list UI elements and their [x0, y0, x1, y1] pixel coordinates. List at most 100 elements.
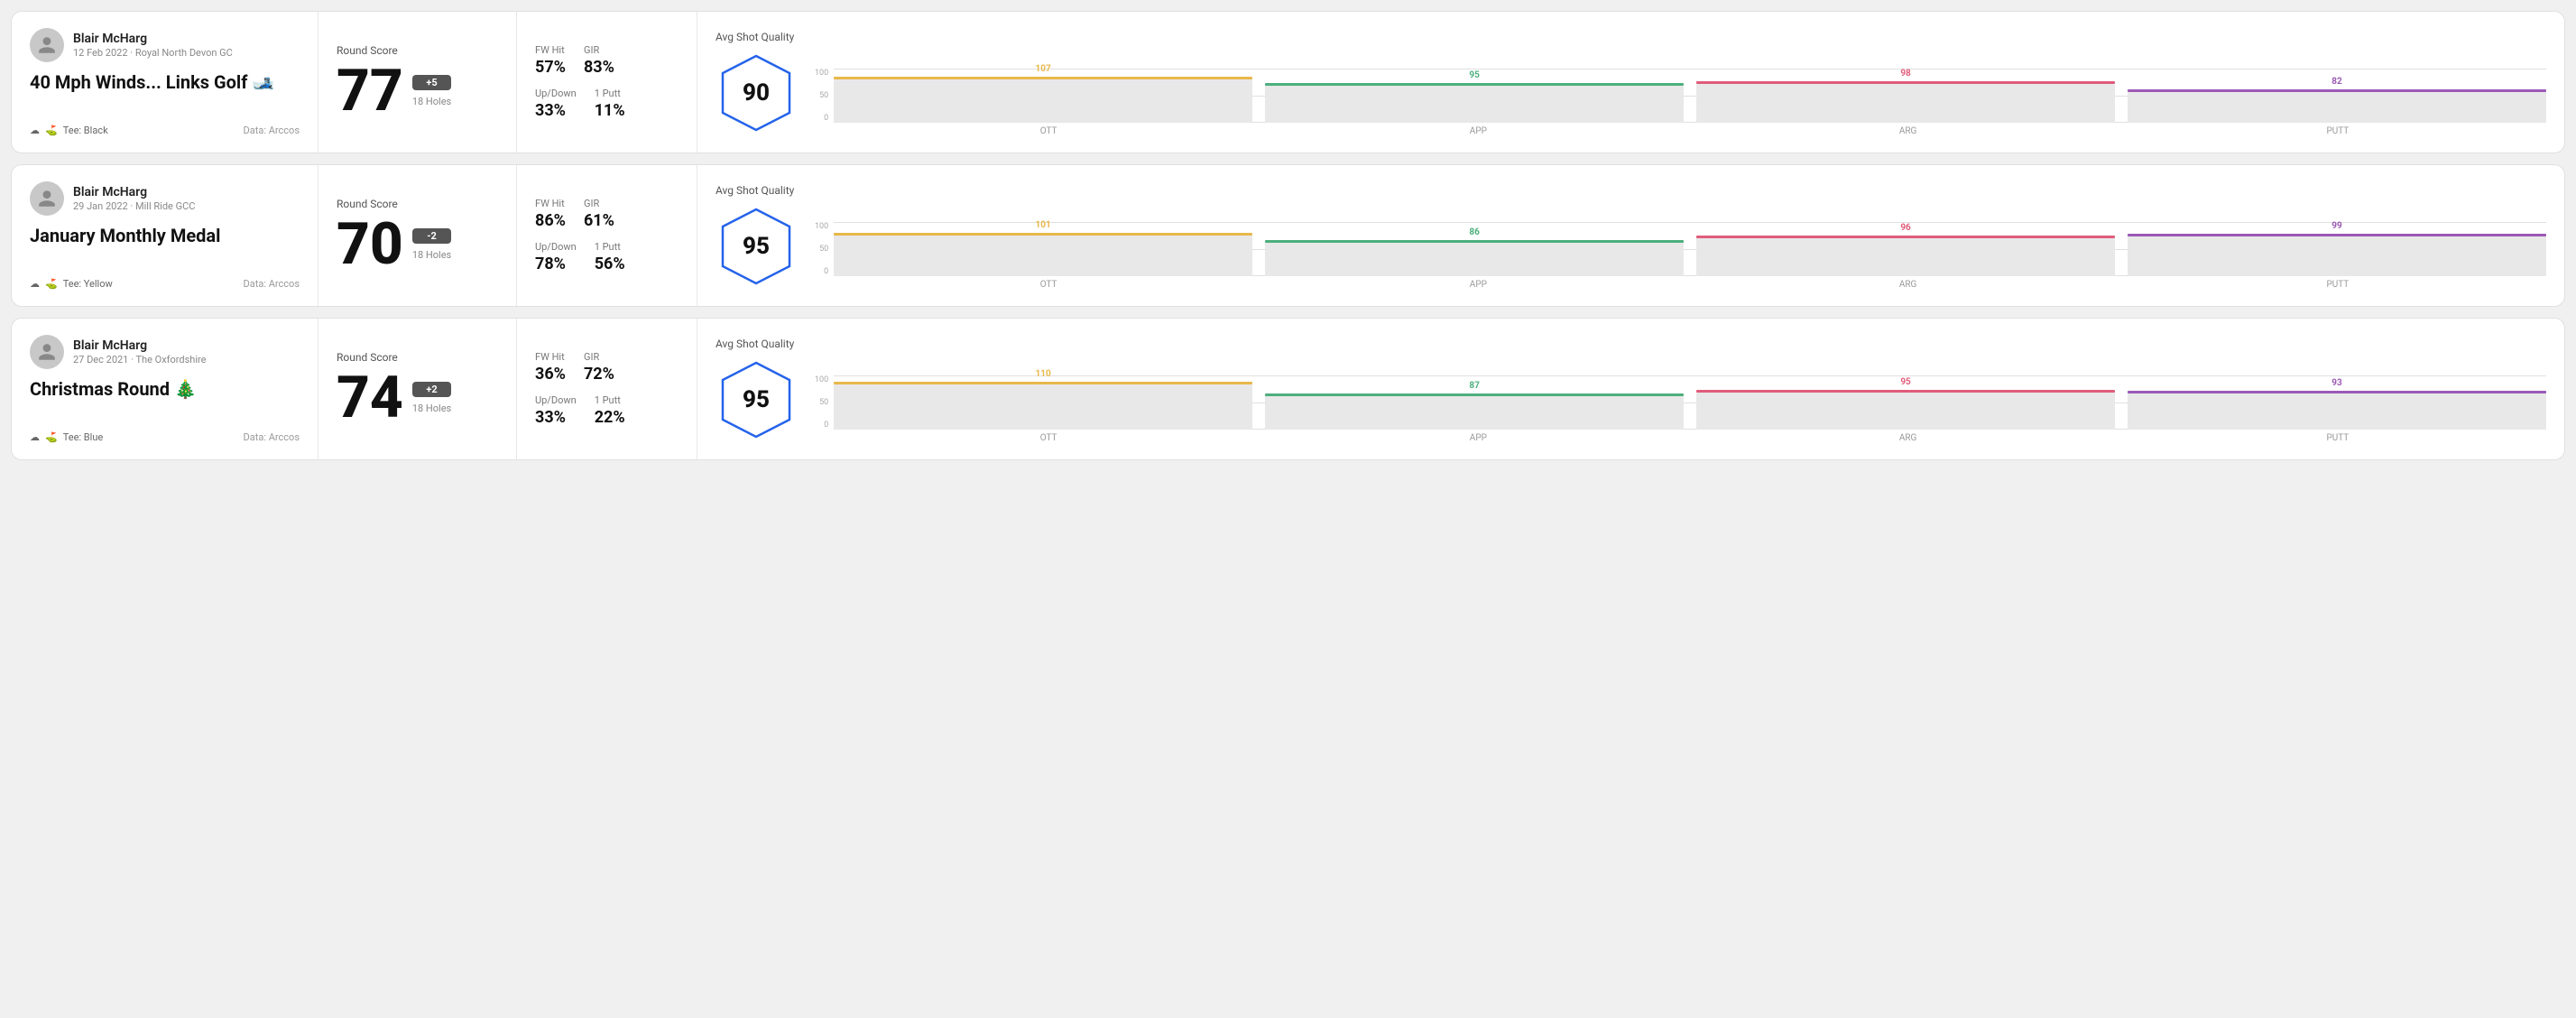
- score-number: 74: [337, 369, 403, 427]
- stats-row-top: FW Hit 36% GIR 72%: [535, 351, 679, 384]
- quality-score: 95: [743, 233, 770, 260]
- axis-50: 50: [815, 398, 828, 407]
- quality-label: Avg Shot Quality: [716, 184, 794, 197]
- oneputt-stat: 1 Putt 11%: [595, 88, 625, 120]
- round-title: 40 Mph Winds... Links Golf 🎿: [30, 71, 300, 93]
- quality-left: Avg Shot Quality 95: [716, 338, 797, 440]
- weather-icon: ☁: [30, 278, 40, 290]
- stats-row-top: FW Hit 57% GIR 83%: [535, 44, 679, 77]
- score-label: Round Score: [337, 44, 498, 57]
- hexagon-container: 95: [716, 359, 797, 440]
- tee-info: ☁ ⛳ Tee: Blue: [30, 431, 103, 443]
- card-footer: ☁ ⛳ Tee: Blue Data: Arccos: [30, 431, 300, 443]
- user-info: Blair McHarg 12 Feb 2022 · Royal North D…: [73, 32, 233, 59]
- fw-hit-stat: FW Hit 36%: [535, 351, 566, 384]
- fw-hit-stat: FW Hit 57%: [535, 44, 566, 77]
- quality-left: Avg Shot Quality 95: [716, 184, 797, 287]
- user-header: Blair McHarg 27 Dec 2021 · The Oxfordshi…: [30, 335, 300, 369]
- tee-label: Tee: Black: [63, 125, 108, 136]
- user-date: 29 Jan 2022 · Mill Ride GCC: [73, 200, 195, 212]
- bar-label: APP: [1270, 280, 1686, 290]
- stats-row-top: FW Hit 86% GIR 61%: [535, 198, 679, 230]
- card-score: Round Score 74 +2 18 Holes: [319, 319, 517, 459]
- tee-label: Tee: Blue: [63, 431, 104, 443]
- stats-row-bottom: Up/Down 33% 1 Putt 22%: [535, 394, 679, 427]
- score-meta: +2 18 Holes: [412, 382, 451, 414]
- tee-info: ☁ ⛳ Tee: Yellow: [30, 278, 113, 290]
- round-card-round3: Blair McHarg 27 Dec 2021 · The Oxfordshi…: [11, 318, 2565, 460]
- quality-score: 90: [743, 79, 770, 106]
- bar-label: ARG: [1700, 126, 2117, 136]
- bar-label: PUTT: [2129, 126, 2546, 136]
- fw-hit-label: FW Hit: [535, 351, 566, 363]
- score-row: 70 -2 18 Holes: [337, 216, 498, 273]
- updown-stat: Up/Down 33%: [535, 88, 577, 120]
- hexagon-container: 95: [716, 206, 797, 287]
- score-holes: 18 Holes: [412, 403, 451, 414]
- gir-stat: GIR 72%: [584, 351, 614, 384]
- axis-0: 0: [815, 267, 828, 276]
- score-holes: 18 Holes: [412, 96, 451, 107]
- stats-row-bottom: Up/Down 33% 1 Putt 11%: [535, 88, 679, 120]
- score-number: 77: [337, 62, 403, 120]
- score-badge: +5: [412, 75, 451, 90]
- user-name: Blair McHarg: [73, 32, 233, 46]
- updown-value: 33%: [535, 101, 577, 120]
- stats-row-bottom: Up/Down 78% 1 Putt 56%: [535, 241, 679, 273]
- card-left: Blair McHarg 12 Feb 2022 · Royal North D…: [12, 12, 319, 153]
- bag-icon: ⛳: [45, 431, 58, 443]
- score-row: 77 +5 18 Holes: [337, 62, 498, 120]
- user-name: Blair McHarg: [73, 338, 206, 353]
- fw-hit-label: FW Hit: [535, 198, 566, 209]
- bag-icon: ⛳: [45, 125, 58, 136]
- round-card-round2: Blair McHarg 29 Jan 2022 · Mill Ride GCC…: [11, 164, 2565, 307]
- oneputt-label: 1 Putt: [595, 241, 625, 253]
- score-badge: -2: [412, 228, 451, 244]
- oneputt-value: 11%: [595, 101, 625, 120]
- card-score: Round Score 77 +5 18 Holes: [319, 12, 517, 153]
- score-holes: 18 Holes: [412, 249, 451, 261]
- card-left: Blair McHarg 29 Jan 2022 · Mill Ride GCC…: [12, 165, 319, 306]
- avatar: [30, 181, 64, 216]
- bar-group: 101: [834, 222, 1252, 276]
- bar-label: OTT: [840, 280, 1257, 290]
- round-title: Christmas Round 🎄: [30, 378, 300, 400]
- gir-value: 83%: [584, 58, 614, 77]
- tee-label: Tee: Yellow: [63, 278, 113, 290]
- updown-label: Up/Down: [535, 241, 577, 253]
- oneputt-value: 22%: [595, 408, 625, 427]
- fw-hit-label: FW Hit: [535, 44, 566, 56]
- bar-group: 107: [834, 69, 1252, 123]
- updown-value: 33%: [535, 408, 577, 427]
- axis-100: 100: [815, 222, 828, 231]
- gir-label: GIR: [584, 198, 614, 209]
- axis-50: 50: [815, 91, 828, 100]
- user-info: Blair McHarg 29 Jan 2022 · Mill Ride GCC: [73, 185, 195, 212]
- axis-100: 100: [815, 375, 828, 384]
- data-source: Data: Arccos: [244, 431, 300, 443]
- bar-group: 82: [2128, 69, 2546, 123]
- user-header: Blair McHarg 12 Feb 2022 · Royal North D…: [30, 28, 300, 62]
- score-row: 74 +2 18 Holes: [337, 369, 498, 427]
- oneputt-value: 56%: [595, 255, 625, 273]
- card-left: Blair McHarg 27 Dec 2021 · The Oxfordshi…: [12, 319, 319, 459]
- axis-50: 50: [815, 245, 828, 254]
- bar-group: 93: [2128, 375, 2546, 430]
- person-icon: [37, 35, 57, 55]
- oneputt-label: 1 Putt: [595, 88, 625, 99]
- data-source: Data: Arccos: [244, 278, 300, 290]
- gir-label: GIR: [584, 44, 614, 56]
- fw-hit-value: 57%: [535, 58, 566, 77]
- card-stats: FW Hit 86% GIR 61% Up/Down 78% 1 Putt 56…: [517, 165, 697, 306]
- user-date: 12 Feb 2022 · Royal North Devon GC: [73, 47, 233, 59]
- score-meta: -2 18 Holes: [412, 228, 451, 261]
- updown-stat: Up/Down 33%: [535, 394, 577, 427]
- axis-100: 100: [815, 69, 828, 78]
- data-source: Data: Arccos: [244, 125, 300, 136]
- person-icon: [37, 342, 57, 362]
- bar-label: PUTT: [2129, 433, 2546, 443]
- bar-group: 96: [1696, 222, 2115, 276]
- hexagon-container: 90: [716, 52, 797, 134]
- updown-stat: Up/Down 78%: [535, 241, 577, 273]
- quality-label: Avg Shot Quality: [716, 338, 794, 350]
